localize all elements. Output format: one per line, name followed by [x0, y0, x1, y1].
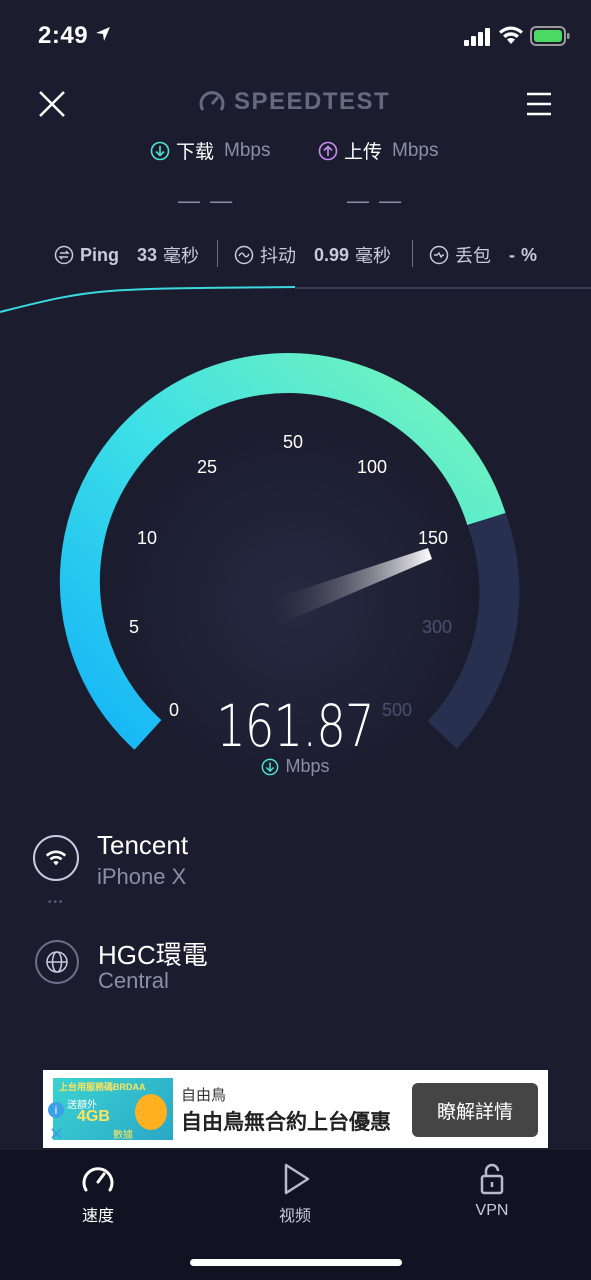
metric-divider	[412, 240, 413, 267]
lock-icon	[480, 1163, 504, 1195]
ad-info-icon[interactable]: i	[48, 1102, 64, 1118]
more-dots-icon: •••	[48, 897, 65, 908]
tab-speed[interactable]: 速度	[38, 1162, 158, 1226]
download-unit: Mbps	[224, 139, 271, 161]
gauge-tick: 300	[422, 617, 453, 637]
location-arrow-icon	[96, 27, 110, 41]
globe-icon	[46, 951, 68, 973]
tab-label: VPN	[475, 1202, 509, 1219]
provider-icon-button[interactable]	[33, 835, 79, 881]
server-location: Central	[98, 968, 169, 993]
speedtest-logo-text: SPEEDTEST	[234, 88, 391, 115]
speed-graph-line	[0, 286, 296, 313]
ad-brand: 自由鳥	[181, 1087, 227, 1104]
packet-loss-unit: %	[521, 244, 538, 265]
play-icon	[284, 1163, 310, 1195]
download-label: 下载	[176, 142, 215, 163]
server-icon-button[interactable]	[35, 940, 79, 984]
upload-label: 上传	[344, 142, 383, 163]
speed-reading-unit: Mbps	[0, 756, 591, 777]
jitter-value: 0.99	[314, 244, 350, 265]
provider-name: Tencent	[97, 830, 189, 860]
ping-icon	[54, 245, 74, 265]
home-indicator[interactable]	[190, 1259, 402, 1266]
speedtest-logo-icon	[199, 91, 225, 111]
jitter-label: 抖动	[260, 246, 296, 266]
ad-banner[interactable]: 上台用服務碼BRDAA 送額外 4GB 數據 i ✕ 自由鳥 自由鳥無合約上台優…	[43, 1070, 548, 1148]
gauge-tick: 10	[137, 528, 158, 548]
packet-loss-icon	[429, 245, 449, 265]
tab-vpn[interactable]: VPN	[432, 1162, 552, 1220]
ad-image-text: 4GB	[77, 1108, 110, 1125]
packet-loss-label: 丢包	[455, 246, 491, 266]
jitter-icon	[234, 245, 254, 265]
tab-label: 视频	[278, 1208, 311, 1225]
ad-title: 自由鳥無合約上台優惠	[181, 1111, 391, 1134]
gauge-tick: 150	[418, 528, 449, 548]
gauge-tick: 0	[169, 700, 180, 720]
ad-mascot	[135, 1094, 167, 1130]
download-header: 下载 Mbps	[150, 137, 270, 164]
jitter-metric: 抖动 0.99 毫秒	[234, 242, 391, 268]
wifi-status-icon	[499, 26, 523, 44]
gauge-tick: 25	[197, 457, 218, 477]
ping-label: Ping	[80, 244, 119, 265]
ad-close-icon[interactable]: ✕	[49, 1124, 64, 1145]
ping-value: 33	[137, 244, 158, 265]
status-time: 2:49	[38, 22, 89, 49]
speedometer-icon	[82, 1167, 114, 1192]
jitter-unit: 毫秒	[355, 246, 392, 266]
ad-cta-button[interactable]: 瞭解詳情	[412, 1083, 538, 1137]
gauge-tick: 50	[283, 432, 304, 452]
cellular-signal-icon	[464, 28, 490, 46]
upload-arrow-icon	[318, 141, 338, 160]
speedtest-logo: SPEEDTEST	[198, 88, 390, 116]
upload-header: 上传 Mbps	[318, 137, 438, 164]
speed-reading: 161.87	[216, 692, 374, 760]
speed-unit-label: Mbps	[285, 756, 330, 776]
packet-loss-value: -	[509, 244, 515, 265]
download-value: — —	[178, 188, 235, 213]
ping-metric: Ping 33 毫秒	[54, 242, 199, 268]
tab-label: 速度	[81, 1208, 114, 1225]
speed-graph-baseline	[295, 287, 591, 289]
ad-image-text: 數據	[113, 1130, 133, 1141]
gauge-tick: 5	[129, 617, 140, 637]
packet-loss-metric: 丢包 -%	[429, 242, 537, 268]
provider-device: iPhone X	[97, 864, 187, 889]
server-name[interactable]: HGC環電	[98, 935, 208, 972]
upload-unit: Mbps	[392, 139, 439, 161]
close-button[interactable]	[36, 88, 68, 120]
ad-image[interactable]: 上台用服務碼BRDAA 送額外 4GB 數據	[53, 1078, 173, 1141]
ad-image-text: 上台用服務碼BRDAA	[59, 1082, 146, 1092]
ping-unit: 毫秒	[163, 246, 200, 266]
download-arrow-icon	[150, 141, 170, 160]
wifi-icon	[45, 850, 67, 866]
tab-video[interactable]: 视频	[235, 1162, 355, 1226]
upload-value: — —	[347, 188, 404, 213]
menu-button[interactable]	[526, 91, 552, 117]
metric-divider	[217, 240, 218, 267]
gauge-tick: 100	[357, 457, 388, 477]
download-arrow-icon	[262, 758, 279, 775]
battery-icon	[530, 26, 570, 46]
